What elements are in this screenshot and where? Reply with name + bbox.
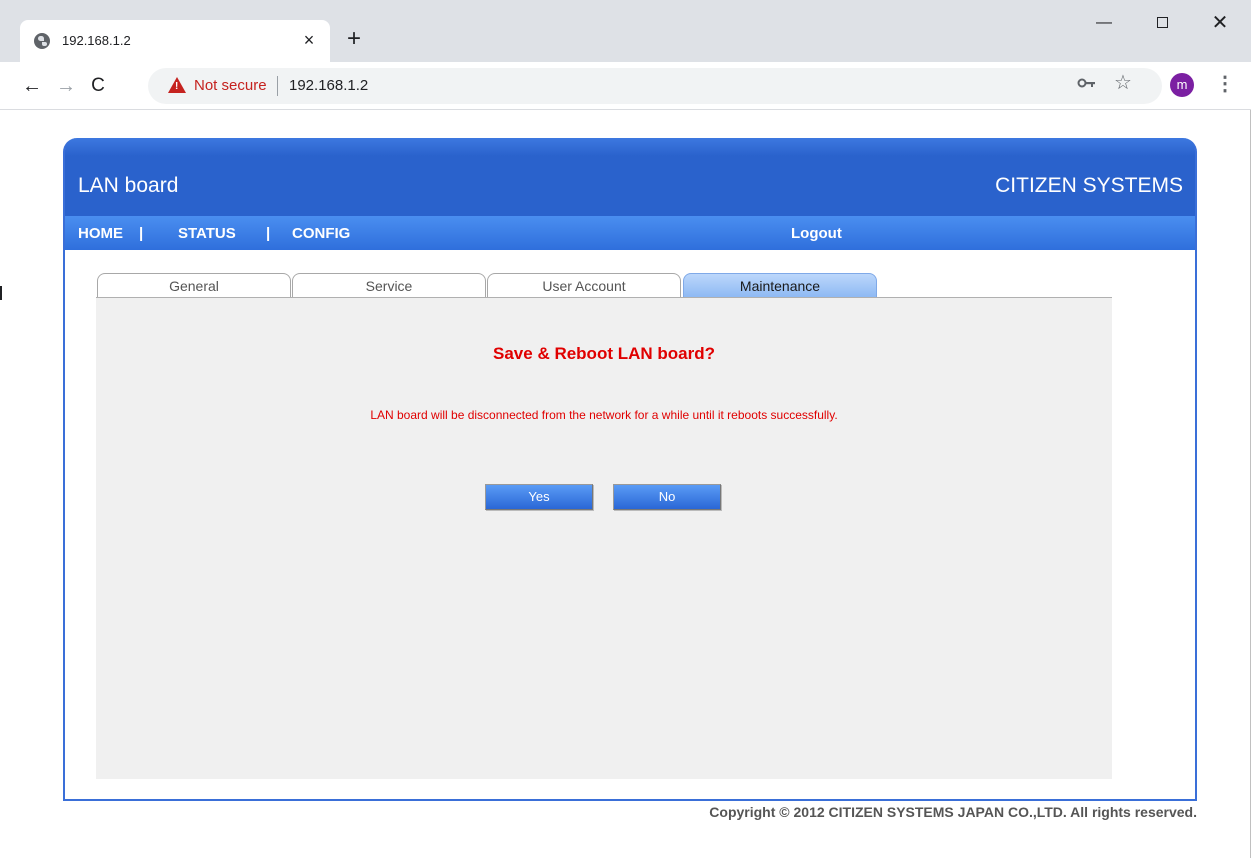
dialog-message: LAN board will be disconnected from the … bbox=[370, 408, 838, 422]
browser-menu-icon[interactable]: ⋮ bbox=[1215, 72, 1235, 96]
globe-icon bbox=[34, 33, 50, 49]
brand-name: CITIZEN SYSTEMS bbox=[995, 174, 1183, 197]
key-icon[interactable] bbox=[1076, 73, 1098, 93]
page-header: LAN board CITIZEN SYSTEMS bbox=[65, 138, 1195, 216]
main-menu: HOME | STATUS | CONFIG Logout bbox=[65, 216, 1195, 250]
menu-status-link[interactable]: STATUS bbox=[178, 225, 236, 242]
config-tabs: General Service User Account Maintenance bbox=[96, 273, 1112, 299]
window-maximize-button[interactable] bbox=[1139, 8, 1185, 38]
browser-toolbar: ← → C ! Not secure 192.168.1.2 bbox=[0, 62, 1251, 110]
logout-link[interactable]: Logout bbox=[791, 225, 842, 242]
menu-config-link[interactable]: CONFIG bbox=[292, 225, 350, 242]
warning-icon: ! bbox=[168, 77, 186, 93]
page-frame: LAN board CITIZEN SYSTEMS HOME | STATUS … bbox=[63, 138, 1197, 801]
url-text[interactable]: 192.168.1.2 bbox=[289, 77, 368, 94]
maximize-icon bbox=[1156, 17, 1168, 29]
tab-general[interactable]: General bbox=[97, 273, 291, 298]
tab-close-icon[interactable]: × bbox=[298, 29, 320, 51]
maintenance-panel: Save & Reboot LAN board? LAN board will … bbox=[96, 298, 1112, 779]
dialog-title: Save & Reboot LAN board? bbox=[493, 344, 715, 363]
window-edge-mark bbox=[0, 286, 2, 300]
bookmark-star-icon[interactable]: ☆ bbox=[1112, 72, 1134, 94]
window-close-button[interactable]: ✕ bbox=[1197, 8, 1243, 38]
tab-title: 192.168.1.2 bbox=[62, 33, 131, 48]
browser-tab[interactable]: 192.168.1.2 × bbox=[20, 20, 330, 62]
product-title: LAN board bbox=[78, 174, 179, 197]
new-tab-button[interactable]: + bbox=[340, 26, 368, 54]
reload-button[interactable]: C bbox=[84, 72, 112, 100]
tab-maintenance[interactable]: Maintenance bbox=[683, 273, 877, 298]
browser-tabstrip: 192.168.1.2 × + — ✕ bbox=[0, 0, 1251, 62]
back-button[interactable]: ← bbox=[18, 72, 46, 100]
no-button[interactable]: No bbox=[613, 484, 721, 510]
omnibox-divider bbox=[277, 76, 278, 96]
tab-service[interactable]: Service bbox=[292, 273, 486, 298]
tab-user-account[interactable]: User Account bbox=[487, 273, 681, 298]
forward-button[interactable]: → bbox=[52, 72, 80, 100]
security-indicator[interactable]: Not secure bbox=[194, 77, 267, 94]
menu-separator: | bbox=[266, 225, 271, 242]
profile-avatar[interactable]: m bbox=[1170, 73, 1194, 97]
menu-home-link[interactable]: HOME bbox=[78, 225, 123, 242]
copyright-notice: Copyright © 2012 CITIZEN SYSTEMS JAPAN C… bbox=[709, 804, 1197, 820]
window-minimize-button[interactable]: — bbox=[1081, 8, 1127, 38]
address-bar[interactable]: ! Not secure 192.168.1.2 bbox=[148, 68, 1162, 104]
menu-separator: | bbox=[139, 225, 144, 242]
yes-button[interactable]: Yes bbox=[485, 484, 593, 510]
